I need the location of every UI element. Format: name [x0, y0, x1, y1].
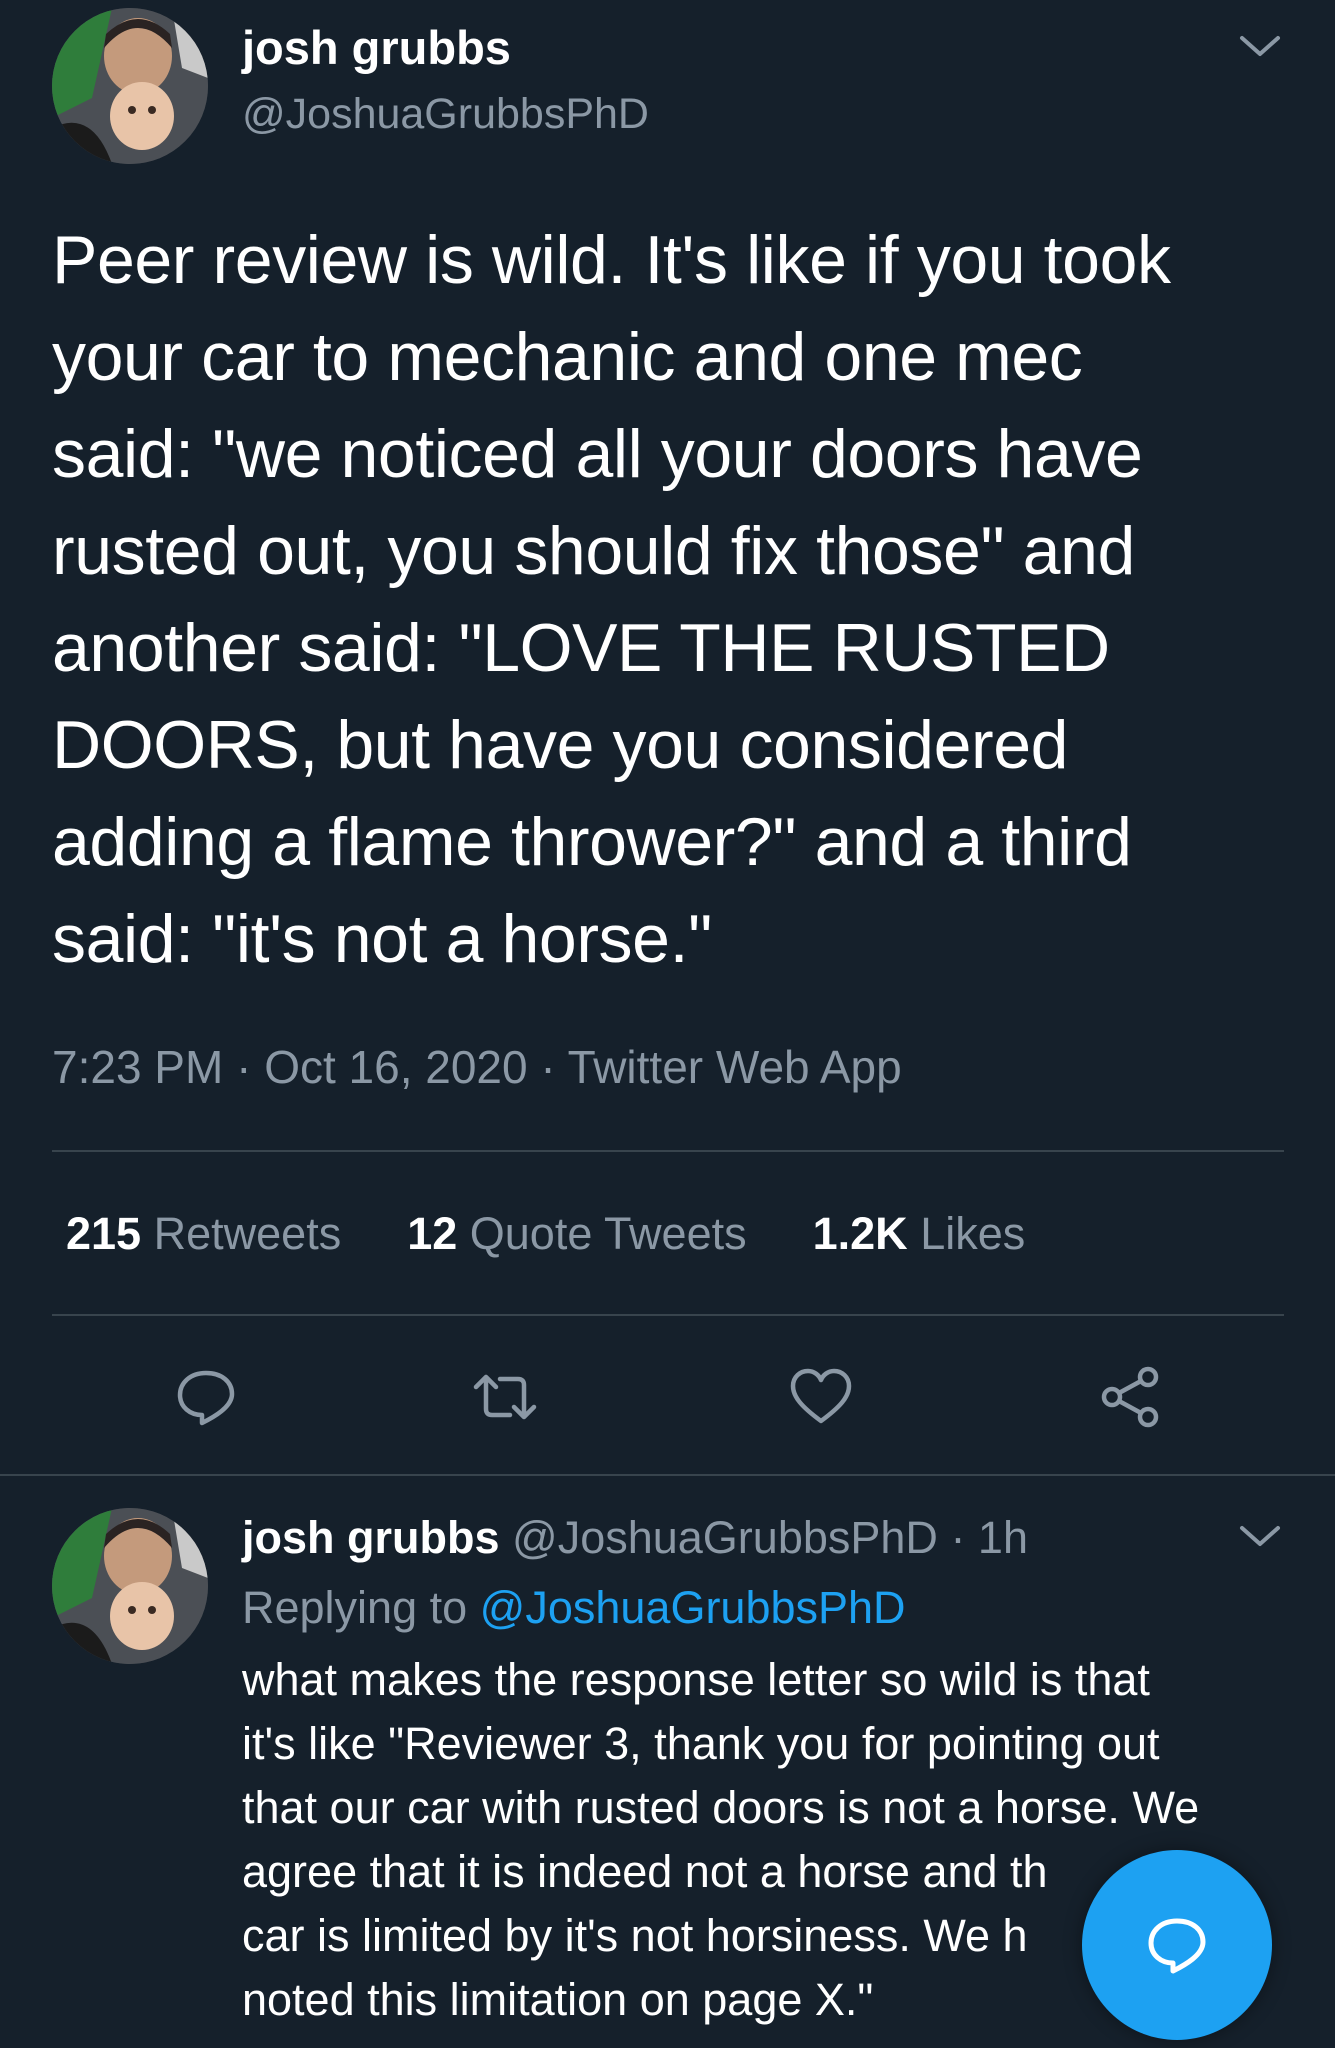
quotes-label: Quote Tweets [469, 1208, 747, 1259]
share-button[interactable] [1098, 1365, 1164, 1429]
divider [52, 1150, 1284, 1152]
quotes-count: 12 [407, 1208, 458, 1259]
compose-reply-icon [1148, 1918, 1206, 1974]
reply-author-avatar[interactable] [52, 1508, 208, 1664]
tweet-text: Peer review is wild. It's like if you to… [52, 222, 1171, 977]
replying-to-handle[interactable]: @JoshuaGrubbsPhD [480, 1582, 906, 1633]
likes-count: 1.2K [812, 1208, 908, 1259]
author-handle[interactable]: @JoshuaGrubbsPhD [242, 90, 649, 139]
author-avatar[interactable] [52, 8, 208, 164]
likes-stat[interactable]: 1.2K Likes [813, 1208, 1026, 1260]
divider [0, 1474, 1335, 1476]
retweets-label: Retweets [153, 1208, 342, 1259]
chevron-down-icon[interactable] [1238, 32, 1282, 60]
chevron-down-icon[interactable] [1238, 1522, 1282, 1550]
retweets-count: 215 [66, 1208, 142, 1259]
divider [52, 1314, 1284, 1316]
retweet-button[interactable] [470, 1365, 540, 1429]
compose-reply-button[interactable] [1082, 1850, 1272, 2040]
reply-button[interactable] [174, 1365, 238, 1429]
share-icon [1101, 1366, 1159, 1428]
quotes-stat[interactable]: 12 Quote Tweets [407, 1208, 746, 1260]
reply-author-handle[interactable]: @JoshuaGrubbsPhD [512, 1512, 938, 1563]
reply-header: josh grubbs @JoshuaGrubbsPhD · 1h [242, 1512, 1028, 1564]
like-icon [790, 1368, 852, 1424]
tweet-timestamp[interactable]: 7:23 PM · Oct 16, 2020 · Twitter Web App [52, 1040, 902, 1094]
retweets-stat[interactable]: 215 Retweets [66, 1208, 341, 1260]
reply-time: · 1h [950, 1512, 1028, 1563]
tweet-stats: 215 Retweets 12 Quote Tweets 1.2K Likes [66, 1208, 1025, 1260]
likes-label: Likes [920, 1208, 1026, 1259]
replying-to: Replying to @JoshuaGrubbsPhD [242, 1582, 906, 1634]
author-name[interactable]: josh grubbs [242, 20, 511, 75]
reply-author-name[interactable]: josh grubbs [242, 1512, 500, 1563]
reply-icon [177, 1370, 235, 1426]
like-button[interactable] [788, 1365, 854, 1429]
retweet-icon [473, 1374, 537, 1420]
replying-to-label: Replying to [242, 1582, 468, 1633]
